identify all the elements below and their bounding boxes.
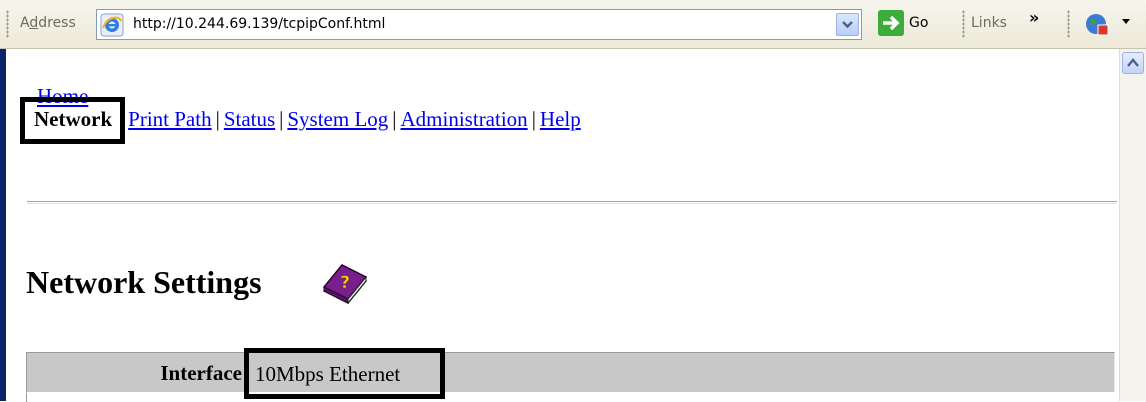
toolbar-grip[interactable]: [6, 10, 9, 38]
nav-administration-link[interactable]: Administration: [401, 107, 528, 131]
help-book-icon[interactable]: ?: [320, 261, 370, 307]
interface-value: 10Mbps Ethernet: [244, 348, 445, 399]
vertical-scrollbar[interactable]: [1119, 49, 1146, 401]
internet-explorer-icon: [100, 13, 124, 37]
toolbar-grip[interactable]: [1067, 10, 1070, 38]
nav-separator: |: [215, 107, 220, 131]
divider: [27, 201, 1117, 204]
nav-separator: |: [392, 107, 397, 131]
settings-table: Interface 10Mbps Ethernet: [26, 348, 1115, 402]
globe-icon[interactable]: [1084, 11, 1110, 37]
nav-status-link[interactable]: Status: [224, 107, 275, 131]
links-chevron-icon[interactable]: »: [1029, 8, 1039, 27]
nav-system-log-link[interactable]: System Log: [287, 107, 388, 131]
chevron-down-icon: [842, 21, 853, 29]
nav-separator: |: [279, 107, 284, 131]
table-row: Interface: [26, 352, 1115, 392]
url-text[interactable]: http://10.244.69.139/tcpipConf.html: [133, 16, 385, 32]
toolbar-grip[interactable]: [962, 10, 965, 38]
address-input[interactable]: http://10.244.69.139/tcpipConf.html: [96, 9, 862, 40]
nav-help-link[interactable]: Help: [540, 107, 581, 131]
address-label: Address: [20, 15, 76, 31]
page-content: Home Network Print Path | Status | System Log…: [6, 49, 1119, 402]
main-nav: Network Print Path | Status | System Log | Admi…: [20, 97, 581, 144]
links-label[interactable]: Links: [971, 15, 1007, 31]
nav-print-path-link[interactable]: Print Path: [128, 107, 211, 131]
chevron-down-icon[interactable]: [1122, 19, 1130, 24]
chevron-up-icon: [1127, 58, 1139, 67]
scroll-up-button[interactable]: [1122, 52, 1144, 74]
go-arrow-icon[interactable]: [878, 10, 904, 36]
interface-label: Interface: [160, 361, 242, 385]
svg-text:?: ?: [340, 273, 350, 293]
go-button[interactable]: Go: [909, 15, 928, 31]
url-dropdown-button[interactable]: [836, 13, 859, 36]
nav-network-current: Network: [20, 97, 126, 144]
nav-links: Print Path | Status | System Log | Administrat…: [128, 97, 581, 132]
nav-separator: |: [531, 107, 536, 131]
page-title: Network Settings: [26, 264, 262, 300]
address-bar: Address http://10.244.69.139/tcpipConf.h…: [0, 0, 1146, 49]
